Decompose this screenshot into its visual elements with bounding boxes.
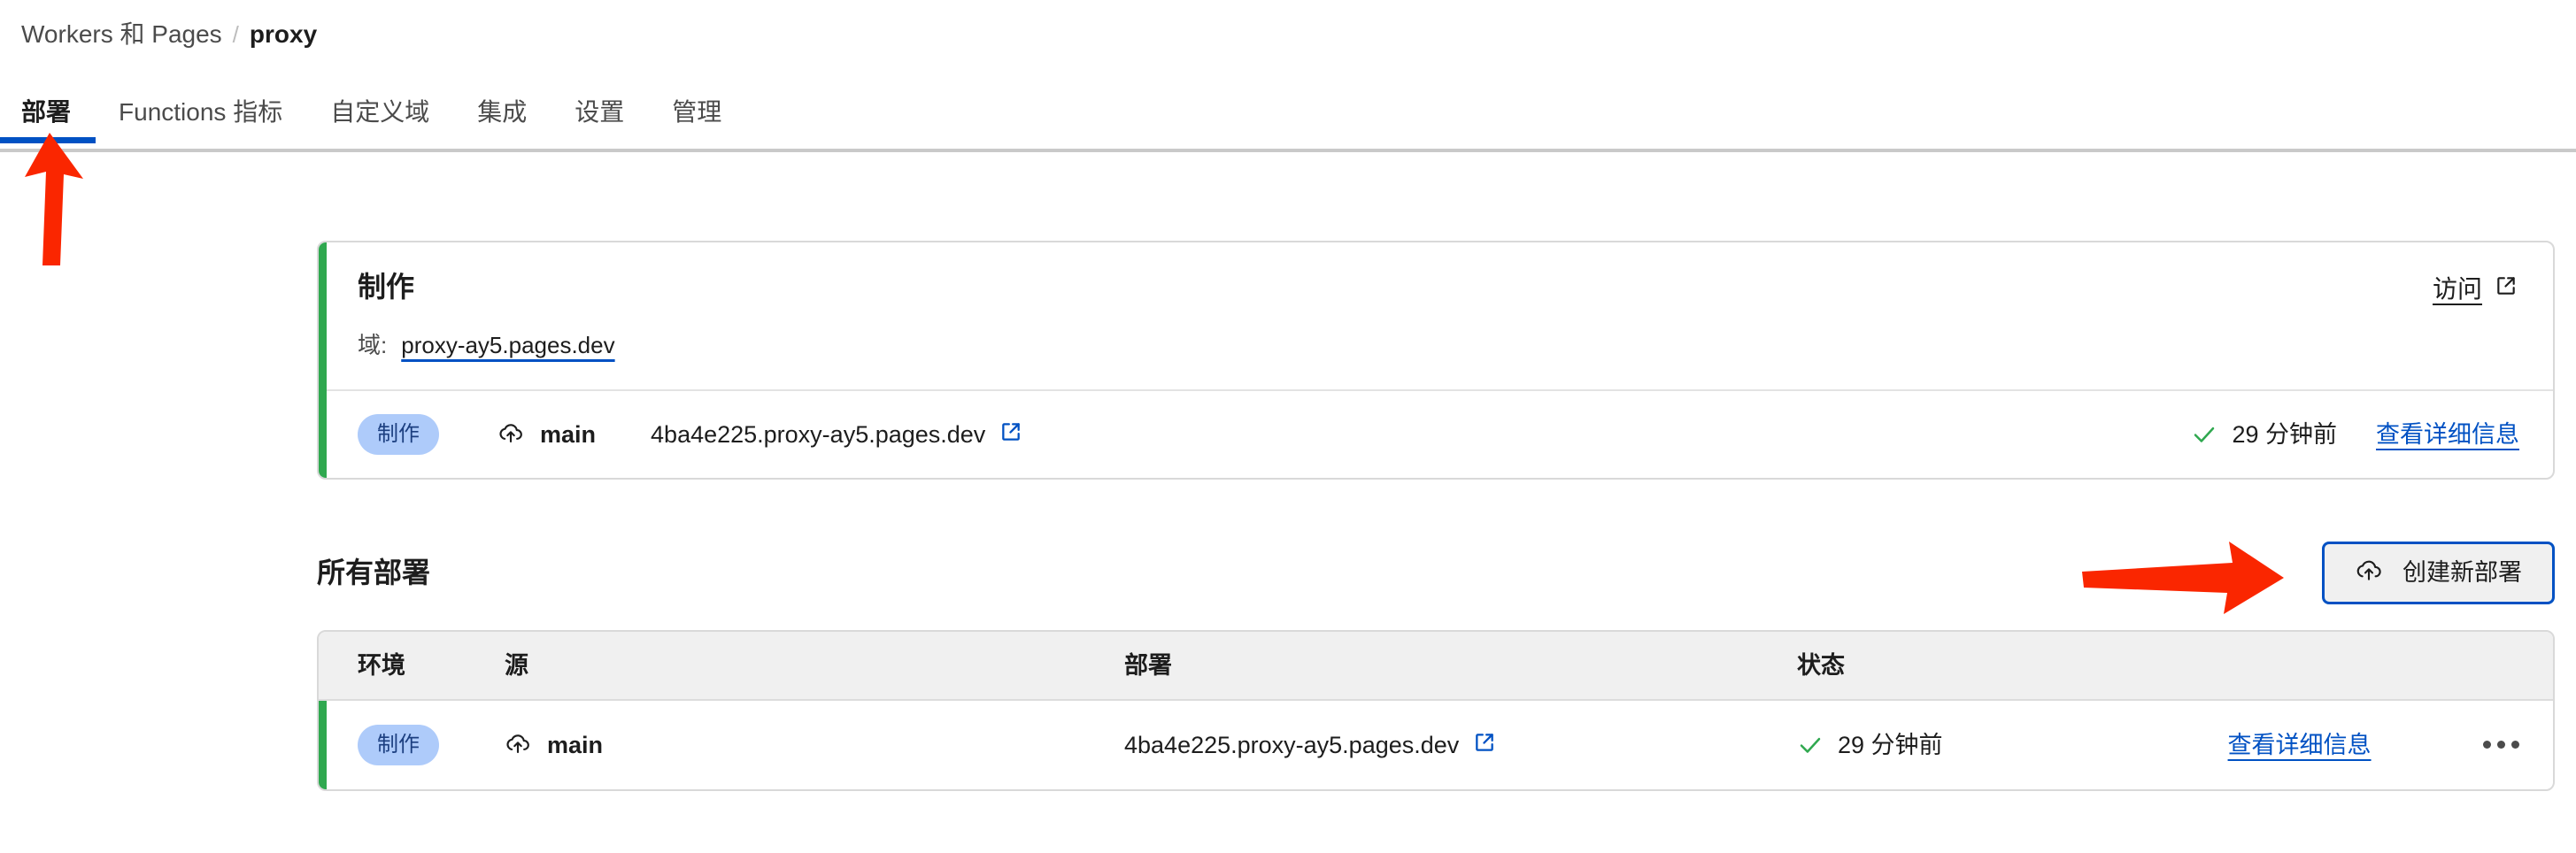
row-branch: main: [547, 732, 604, 758]
check-icon: [1797, 732, 1824, 758]
production-deployment-row: 制作 main 4ba4e225.proxy-ay5.pages.dev 29 …: [319, 391, 2553, 478]
visit-site-label: 访问: [2432, 275, 2482, 303]
check-icon: [2191, 421, 2217, 448]
row-view-details-link[interactable]: 查看详细信息: [2228, 731, 2372, 759]
production-domain-link[interactable]: proxy-ay5.pages.dev: [401, 331, 614, 359]
environment-badge: 制作: [358, 414, 439, 455]
tab-deployments[interactable]: 部署: [0, 85, 96, 143]
tab-manage[interactable]: 管理: [672, 85, 721, 127]
column-header-status: 状态: [1797, 652, 1845, 679]
tab-settings[interactable]: 设置: [575, 85, 624, 127]
create-deployment-label: 创建新部署: [2402, 559, 2522, 586]
column-header-source: 源: [505, 652, 528, 679]
table-header-row: 环境 源 部署 状态: [319, 632, 2553, 701]
deployment-status: 29 分钟前: [2191, 420, 2337, 449]
external-link-icon: [1459, 731, 1496, 760]
deployment-source: main: [497, 419, 596, 450]
view-details-link[interactable]: 查看详细信息: [2376, 420, 2519, 449]
environment-badge: 制作: [358, 725, 439, 765]
table-row[interactable]: 制作 main 4ba4e225.proxy-ay5.pages.dev 29 …: [319, 701, 2553, 789]
cloud-upload-icon: [505, 730, 531, 761]
all-deployments-title: 所有部署: [317, 557, 431, 588]
cell-environment: 制作: [319, 725, 505, 765]
row-deployment-url: 4ba4e225.proxy-ay5.pages.dev: [1124, 732, 1460, 758]
all-deployments-header: 所有部署 创建新部署: [317, 540, 2555, 605]
annotation-arrow-up: [7, 133, 104, 270]
tab-integrations[interactable]: 集成: [477, 85, 527, 127]
cloud-upload-icon: [497, 419, 524, 450]
production-card-title: 制作: [358, 271, 415, 303]
production-card: 制作 域: proxy-ay5.pages.dev 访问 制作 main 4ba…: [317, 241, 2555, 480]
cell-source: main: [505, 730, 1124, 761]
deployment-status-group: 29 分钟前 查看详细信息: [2191, 420, 2519, 449]
row-status: 29 分钟前 查看详细信息: [1797, 731, 2420, 759]
column-header-environment: 环境: [358, 652, 405, 679]
production-card-header: 制作 域: proxy-ay5.pages.dev 访问: [319, 242, 2553, 389]
deployment-url-link[interactable]: 4ba4e225.proxy-ay5.pages.dev: [651, 420, 1022, 450]
cloud-upload-icon: [2355, 556, 2383, 590]
cell-deployment-url[interactable]: 4ba4e225.proxy-ay5.pages.dev: [1124, 731, 1797, 760]
breadcrumb-separator: /: [232, 21, 239, 48]
create-deployment-button[interactable]: 创建新部署: [2322, 541, 2555, 604]
deployment-url-text: 4ba4e225.proxy-ay5.pages.dev: [651, 421, 986, 448]
external-link-icon: [2482, 274, 2518, 304]
tab-custom-domains[interactable]: 自定义域: [330, 85, 429, 127]
tab-functions-metrics[interactable]: Functions 指标: [119, 85, 282, 127]
breadcrumb-current: proxy: [249, 20, 318, 48]
row-status-time: 29 分钟前: [1838, 732, 1943, 758]
kebab-menu-icon[interactable]: [2483, 741, 2519, 749]
tab-bar: 部署 Functions 指标 自定义域 集成 设置 管理: [0, 85, 2576, 152]
breadcrumb-parent-link[interactable]: Workers 和 Pages: [21, 19, 222, 50]
row-status-accent: [319, 701, 327, 789]
cell-status: 29 分钟前 查看详细信息: [1797, 731, 2420, 759]
breadcrumb: Workers 和 Pages / proxy: [21, 19, 317, 50]
production-domain-label: 域:: [358, 332, 388, 358]
production-domain-row: 域: proxy-ay5.pages.dev: [358, 331, 2519, 359]
deployment-time: 29 分钟前: [2232, 421, 2337, 448]
main-content: 制作 域: proxy-ay5.pages.dev 访问 制作 main 4ba…: [317, 241, 2555, 791]
external-link-icon: [985, 420, 1022, 450]
deployment-branch: main: [540, 421, 597, 448]
tab-list: 部署 Functions 指标 自定义域 集成 设置 管理: [0, 85, 2576, 149]
deployments-table: 环境 源 部署 状态 制作 main 4ba4e225.proxy-ay5.pa…: [317, 630, 2555, 791]
column-header-deployment: 部署: [1124, 652, 1172, 679]
visit-site-link[interactable]: 访问: [2433, 274, 2518, 304]
cell-actions: [2420, 737, 2553, 753]
